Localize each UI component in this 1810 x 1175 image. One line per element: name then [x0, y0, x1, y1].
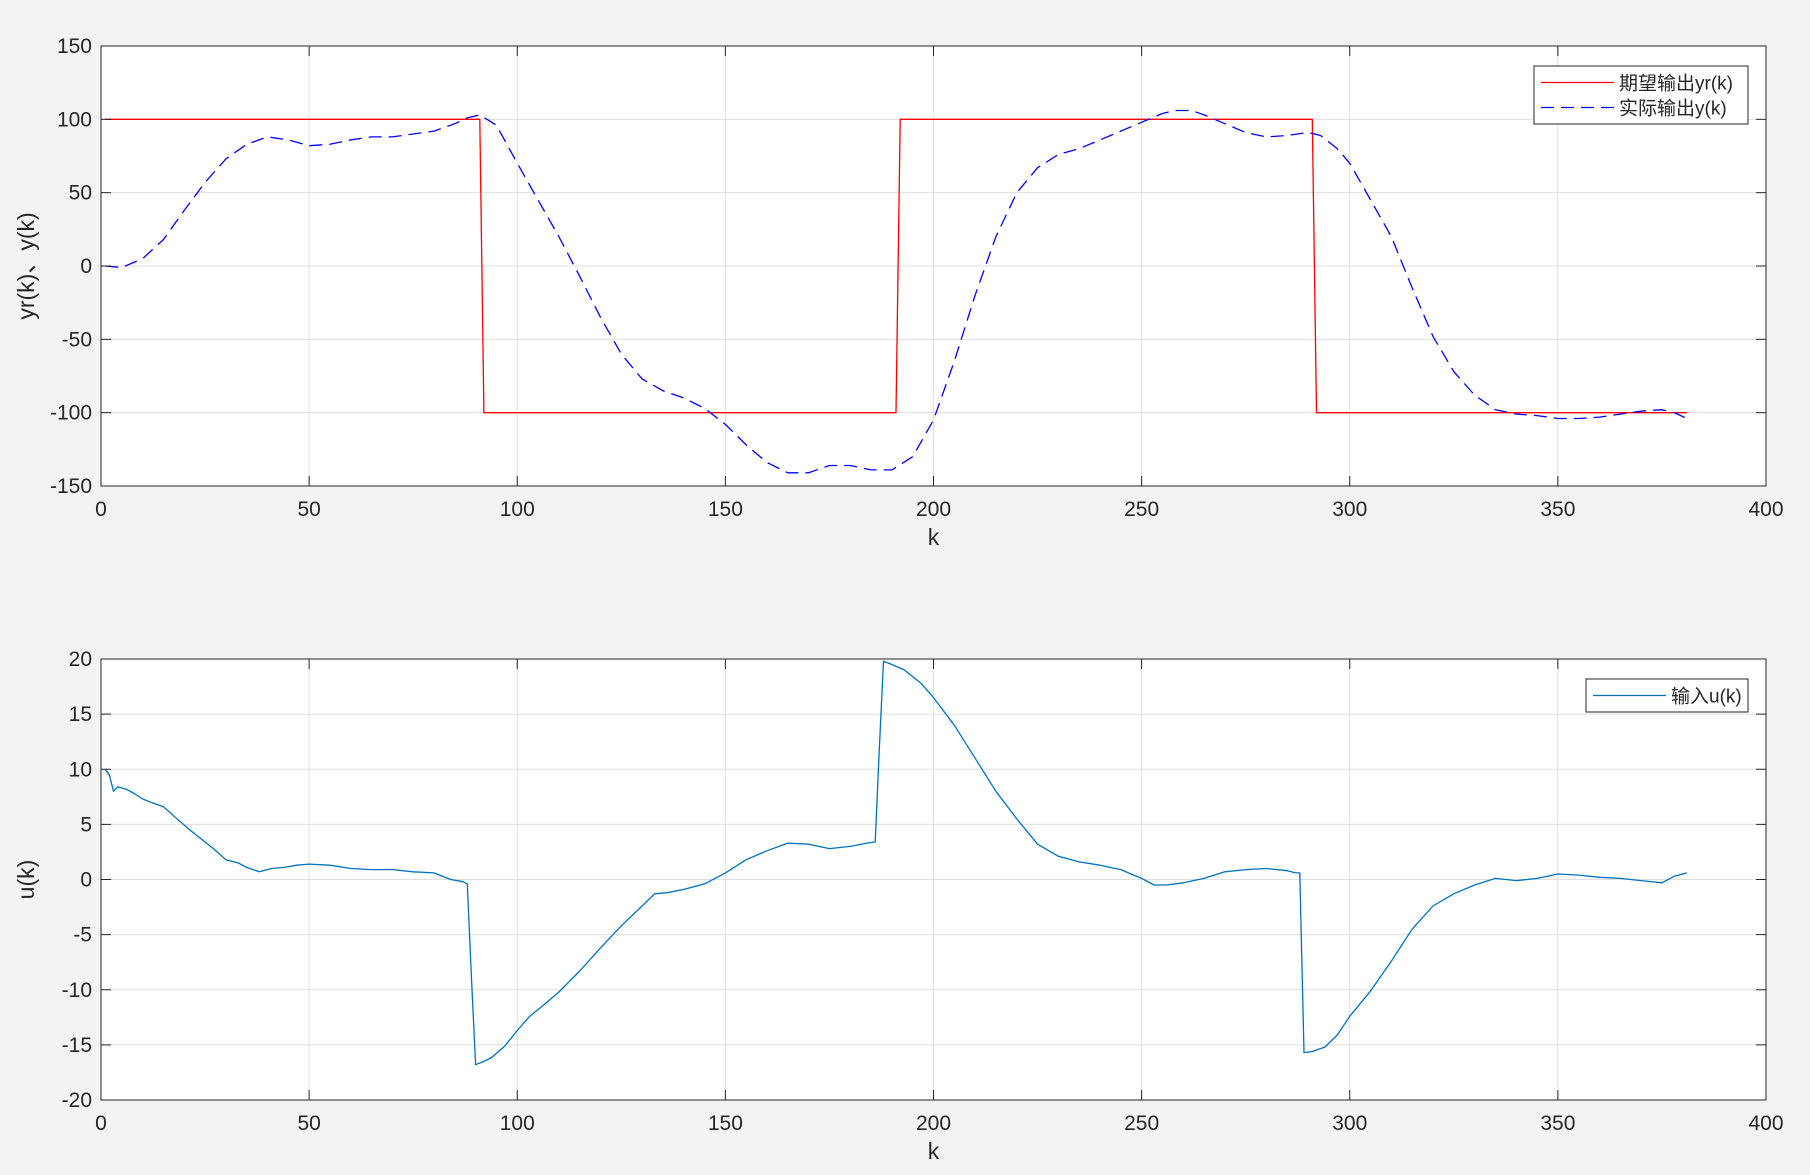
x-tick-label: 350: [1540, 498, 1575, 521]
legend-label-2: 实际输出y(k): [1619, 98, 1727, 120]
top-chart: 0 50 100 150 200 250 300 350 400 -150 -100 -50 0 50 10…: [13, 35, 1784, 550]
y-tick-label: 50: [69, 182, 92, 205]
x-tick-label: 200: [916, 1112, 951, 1135]
y-tick-label: 10: [69, 758, 92, 781]
x-tick-label: 50: [297, 498, 320, 521]
x-tick-label: 50: [297, 1112, 320, 1135]
y-tick-label: 100: [57, 108, 92, 131]
y-tick-label: 0: [80, 869, 92, 892]
legend-label-1: 输入u(k): [1671, 686, 1742, 708]
x-tick-label: 0: [95, 498, 107, 521]
y-tick-label: -20: [62, 1089, 92, 1112]
x-tick-label: 200: [916, 498, 951, 521]
y-tick-label: -10: [62, 979, 92, 1002]
y-tick-label: 0: [80, 255, 92, 278]
legend-label-1: 期望输出yr(k): [1619, 73, 1733, 95]
x-tick-label: 250: [1124, 1112, 1159, 1135]
x-tick-label: 150: [708, 1112, 743, 1135]
x-tick-label: 400: [1748, 498, 1783, 521]
x-tick-label: 400: [1748, 1112, 1783, 1135]
figure: 0 50 100 150 200 250 300 350 400-150-100-5005010…: [13, 35, 1784, 1164]
x-tick-label: 350: [1540, 1112, 1575, 1135]
y-tick-label: 20: [69, 648, 92, 671]
x-tick-label: 100: [500, 498, 535, 521]
x-axis-label: k: [928, 524, 940, 550]
y-tick-label: -50: [62, 328, 92, 351]
x-tick-label: 300: [1332, 1112, 1367, 1135]
y-tick-label: -5: [73, 924, 92, 947]
x-axis-label: k: [928, 1138, 940, 1164]
y-tick-label: -100: [50, 402, 92, 425]
y-tick-label: 150: [57, 35, 92, 58]
y-tick-label: -15: [62, 1034, 92, 1057]
x-tick-label: 300: [1332, 498, 1367, 521]
legend: 输入u(k): [1585, 678, 1749, 713]
legend: 期望输出yr(k) 实际输出y(k): [1533, 65, 1749, 125]
y-axis-label: yr(k)、y(k): [13, 212, 39, 319]
y-tick-label: 15: [69, 703, 92, 726]
y-tick-label: 5: [80, 813, 92, 836]
y-axis-label: u(k): [13, 860, 39, 900]
x-tick-label: 150: [708, 498, 743, 521]
bottom-chart: 0 50 100 150 200 250 300 350 400 -20 -15 -10 -5 0 5 10 1…: [13, 648, 1784, 1164]
x-tick-label: 100: [500, 1112, 535, 1135]
y-tick-label: -150: [50, 475, 92, 498]
x-tick-label: 0: [95, 1112, 107, 1135]
x-tick-label: 250: [1124, 498, 1159, 521]
